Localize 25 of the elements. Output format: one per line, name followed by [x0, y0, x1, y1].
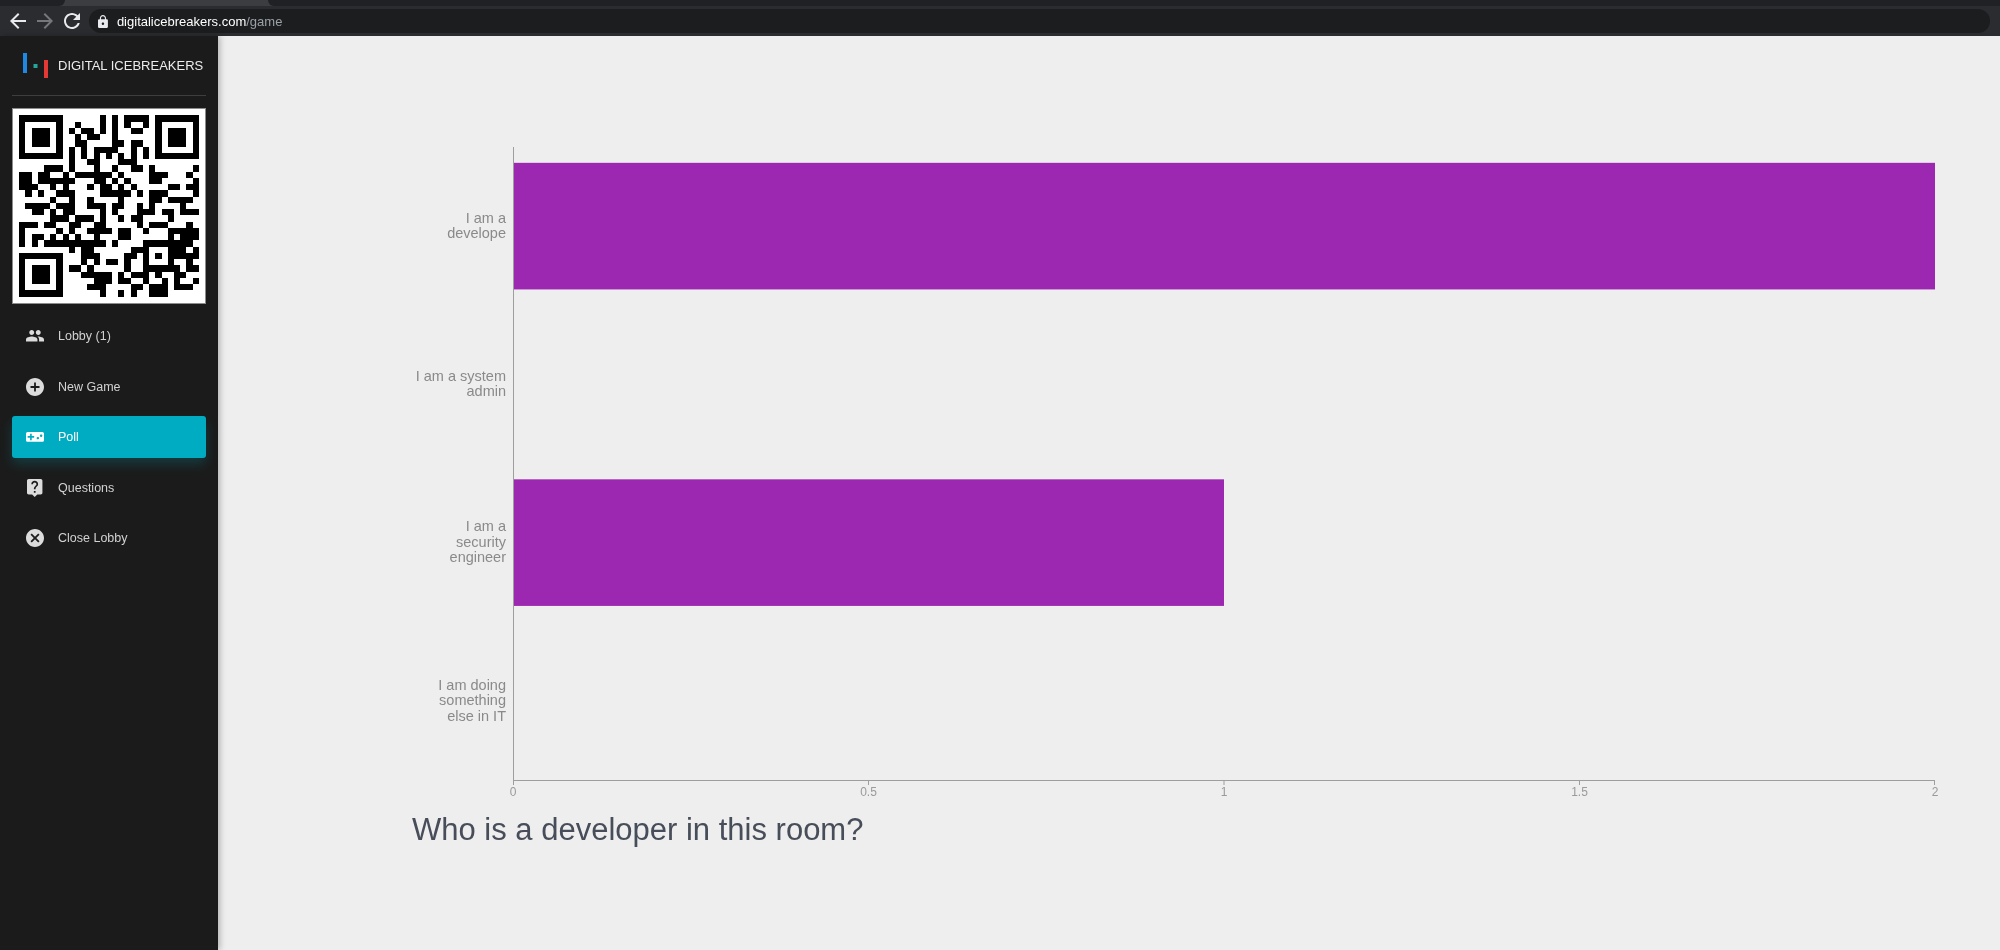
- address-bar[interactable]: digitalicebreakers.com/game: [89, 9, 1990, 33]
- brand-name: DIGITAL ICEBREAKERS: [58, 58, 204, 73]
- gamepad-icon: [26, 432, 44, 442]
- reload-icon[interactable]: [64, 13, 80, 29]
- category-label: I am a system admin: [415, 368, 506, 400]
- tick-label: 0: [509, 785, 517, 799]
- lock-icon: [98, 14, 108, 28]
- nav-item[interactable]: Close Lobby: [12, 517, 206, 559]
- nav-item[interactable]: Lobby (1): [12, 315, 206, 357]
- help-icon: [27, 478, 43, 497]
- people-icon: [26, 330, 44, 342]
- nav-item[interactable]: Questions: [12, 466, 206, 509]
- close-icon: [26, 529, 44, 547]
- tick-label: 1.5: [1571, 785, 1588, 799]
- tick-label: 2: [1931, 785, 1939, 799]
- category-label: I am a develope: [447, 210, 506, 242]
- tick-label: 0.5: [860, 785, 877, 799]
- logo-icon: [23, 53, 48, 78]
- poll-question: Who is a developer in this room?: [412, 812, 864, 848]
- category-label: I am doing something else in IT: [438, 677, 506, 725]
- url-text: digitalicebreakers.com/game: [116, 13, 283, 29]
- back-icon[interactable]: [10, 13, 26, 29]
- nav-item[interactable]: New Game: [12, 365, 206, 408]
- category-label: I am a security engineer: [449, 519, 506, 566]
- tick-label: 1: [1220, 785, 1228, 799]
